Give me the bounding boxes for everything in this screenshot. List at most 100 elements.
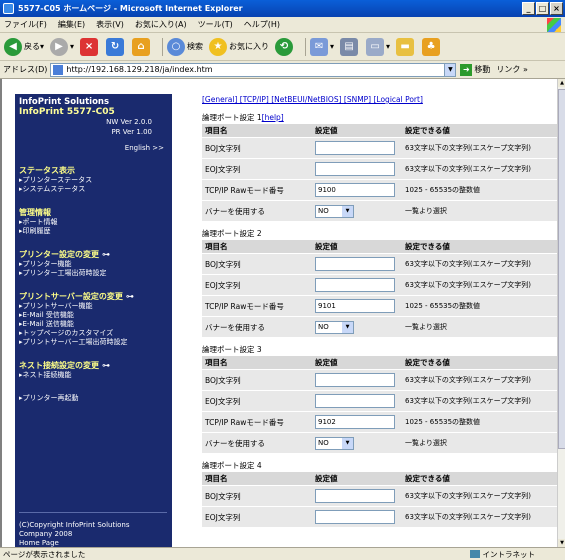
dropdown-arrow-icon[interactable]: ▼ (342, 437, 353, 449)
menu-item[interactable]: お気に入り(A) (135, 19, 187, 30)
sidebar-link[interactable]: ▸ポート情報 (15, 218, 172, 227)
setting-input[interactable] (315, 299, 395, 313)
setting-input[interactable] (315, 141, 395, 155)
mail-icon: ✉ (310, 37, 329, 56)
setting-input[interactable] (315, 257, 395, 271)
menu-item[interactable]: 表示(V) (96, 19, 124, 30)
sidebar-link[interactable]: ▸プリンター機能 (15, 260, 172, 269)
search-button[interactable]: ○ 検索 (167, 37, 203, 56)
printer-icon: ▤ (340, 37, 359, 56)
sidebar-nav: ステータス表示 ▸プリンターステータス ▸システムステータス管理情報 ▸ポート情報 ▸印… (15, 165, 172, 403)
sidebar-link[interactable]: ▸プリントサーバー工場出荷時設定 (15, 338, 172, 347)
ie-icon (3, 3, 14, 14)
history-button[interactable]: ⟲ (275, 37, 295, 56)
minimize-button[interactable]: _ (522, 2, 535, 15)
sidebar-link[interactable]: ▸印刷履歴 (15, 227, 172, 236)
scroll-down-arrow-icon[interactable]: ▼ (558, 539, 565, 547)
menu-item[interactable]: ファイル(F) (4, 19, 47, 30)
banner-select[interactable]: NO ▼ (315, 436, 354, 450)
sidebar-section-title: ステータス表示 (15, 165, 172, 176)
setting-input[interactable] (315, 278, 395, 292)
setting-input[interactable] (315, 394, 395, 408)
back-arrow-icon: ◀ (4, 37, 22, 56)
mail-button[interactable]: ✉ ▾ (310, 37, 334, 56)
links-button[interactable]: リンク » (496, 64, 527, 75)
table-row: BOJ文字列 63文字以下の文字列(エスケープ文字列) (202, 253, 557, 274)
table-row: EOJ文字列 63文字以下の文字列(エスケープ文字列) (202, 274, 557, 295)
setting-input[interactable] (315, 415, 395, 429)
logical-port-section: 論理ポート設定 4 項目名 設定値 設定できる値 BOJ文字列 63文字以下の文字列(エス… (202, 460, 557, 527)
banner-select[interactable]: NO ▼ (315, 204, 354, 218)
windows-logo-icon (547, 18, 561, 32)
key-icon: ⊶ (102, 361, 110, 370)
banner-select[interactable]: NO ▼ (315, 320, 354, 334)
favorites-button[interactable]: ★ お気に入り (209, 37, 269, 56)
sidebar-link[interactable]: ▸プリンター再起動 (15, 394, 172, 403)
print-button[interactable]: ▤ (340, 37, 360, 56)
logical-port-table: 項目名 設定値 設定できる値 BOJ文字列 63文字以下の文字列(エスケープ文字列) EO… (202, 240, 557, 337)
banner-select-value: NO (318, 207, 329, 215)
dropdown-arrow-icon[interactable]: ▼ (342, 321, 353, 333)
scroll-up-arrow-icon[interactable]: ▲ (558, 79, 565, 87)
close-button[interactable]: × (550, 2, 563, 15)
address-input[interactable]: http://192.168.129.218/ja/index.htm (50, 62, 446, 77)
column-header: 項目名 (202, 472, 312, 485)
menu-item[interactable]: ツール(T) (198, 19, 233, 30)
brand-name: InfoPrint Solutions (19, 97, 110, 107)
english-link[interactable]: English >> (15, 144, 172, 152)
sidebar-link[interactable]: ▸E-Mail 送信機能 (15, 320, 172, 329)
help-link[interactable]: [help] (262, 113, 284, 122)
search-icon: ○ (167, 37, 186, 56)
refresh-button[interactable]: ↻ (106, 37, 126, 56)
sidebar-link[interactable]: ▸トップページのカスタマイズ (15, 329, 172, 338)
column-header: 設定できる値 (402, 472, 557, 485)
setting-value-cell (312, 390, 402, 411)
sidebar-link[interactable]: ▸ネスト接続機能 (15, 371, 172, 380)
back-button[interactable]: ◀ 戻る ▾ (4, 37, 44, 56)
logical-port-table: 項目名 設定値 設定できる値 BOJ文字列 63文字以下の文字列(エスケープ文字列) EO… (202, 124, 557, 221)
address-bar: アドレス(D) http://192.168.129.218/ja/index.… (0, 61, 565, 79)
section-title-text: ステータス表示 (19, 166, 75, 175)
sidebar-link[interactable]: ▸プリントサーバー機能 (15, 302, 172, 311)
sidebar-link[interactable]: ▸システムステータス (15, 185, 172, 194)
window-title: 5577-C05 ホームページ - Microsoft Internet Exp… (18, 4, 243, 13)
settings-tabs[interactable]: [General] [TCP/IP] [NetBEUI/NetBIOS] [SN… (202, 95, 552, 104)
menu-item[interactable]: 編集(E) (58, 19, 85, 30)
home-button[interactable]: ⌂ (132, 37, 152, 56)
setting-value-cell (312, 179, 402, 200)
setting-value-cell (312, 369, 402, 390)
column-header: 設定できる値 (402, 240, 557, 253)
sidebar-link[interactable]: ▸プリンターステータス (15, 176, 172, 185)
address-label: アドレス(D) (3, 65, 48, 74)
setting-input[interactable] (315, 489, 395, 503)
sidebar-link[interactable]: ▸E-Mail 受信機能 (15, 311, 172, 320)
column-header: 設定値 (312, 472, 402, 485)
edit-button[interactable]: ▭ ▾ (366, 37, 390, 56)
messenger-button[interactable]: ♣ (422, 37, 442, 56)
setting-input[interactable] (315, 510, 395, 524)
forward-button[interactable]: ▶ ▾ (50, 37, 74, 56)
setting-name: EOJ文字列 (202, 390, 312, 411)
table-row: バナーを使用する NO ▼ 一覧より選択 (202, 200, 557, 221)
scroll-thumb[interactable] (558, 89, 565, 449)
discuss-button[interactable]: ▬ (396, 37, 416, 56)
maximize-button[interactable]: □ (536, 2, 549, 15)
section-title-text: 管理情報 (19, 208, 51, 217)
banner-select-value: NO (318, 439, 329, 447)
copyright-line: Home Page (19, 539, 59, 547)
stop-button[interactable]: × (80, 37, 100, 56)
vertical-scrollbar[interactable]: ▲ ▼ (557, 79, 565, 547)
sidebar-link[interactable]: ▸プリンター工場出荷時設定 (15, 269, 172, 278)
logical-port-title: 論理ポート設定 3 (202, 344, 552, 355)
menu-item[interactable]: ヘルプ(H) (244, 19, 280, 30)
address-dropdown-button[interactable]: ▼ (444, 62, 457, 77)
pr-version: PR Ver 1.00 (111, 128, 152, 136)
setting-input[interactable] (315, 373, 395, 387)
go-button[interactable]: ➜ 移動 (460, 63, 490, 76)
setting-input[interactable] (315, 162, 395, 176)
setting-name: バナーを使用する (202, 200, 312, 221)
menu-bar: ファイル(F) 編集(E) 表示(V) お気に入り(A) ツール(T) ヘルプ(H) (0, 17, 565, 33)
setting-input[interactable] (315, 183, 395, 197)
column-header: 項目名 (202, 124, 312, 137)
dropdown-arrow-icon[interactable]: ▼ (342, 205, 353, 217)
